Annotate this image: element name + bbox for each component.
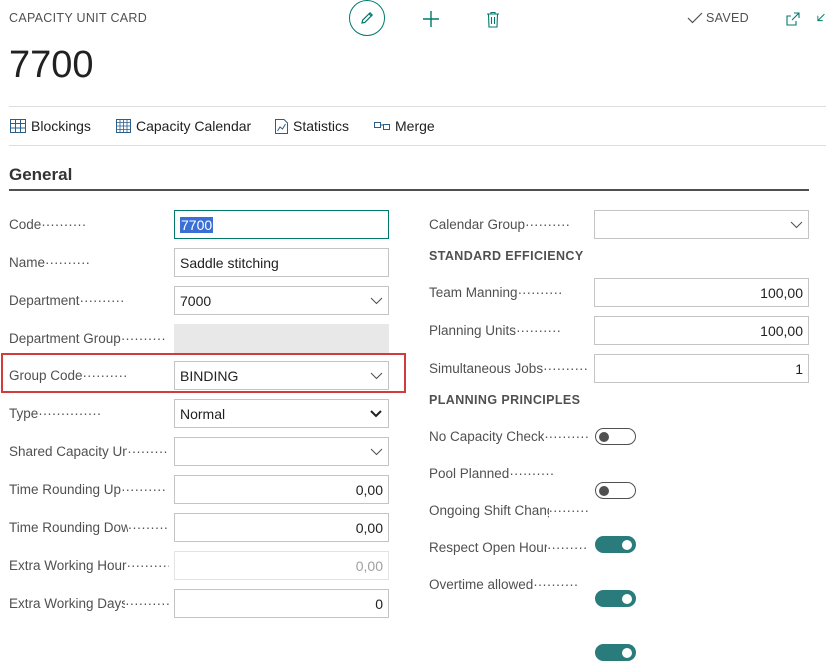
statistics-chart-icon <box>275 118 288 134</box>
time-rounding-up-value: 0,00 <box>355 481 383 498</box>
respect-open-hours-label: Respect Open Hours ·········· <box>429 540 589 555</box>
group-code-label: Group Code ·········· <box>9 368 128 383</box>
overtime-allowed-toggle[interactable] <box>595 644 636 661</box>
toggle-knob <box>622 647 632 658</box>
simultaneous-jobs-value: 1 <box>795 360 803 377</box>
extra-working-hours-label: Extra Working Hours ·········· <box>9 558 169 573</box>
type-value: Normal <box>180 405 226 422</box>
chevron-down-icon[interactable] <box>369 445 383 459</box>
toggle-knob <box>599 485 609 496</box>
department-label: Department ·········· <box>9 293 125 308</box>
action-blockings[interactable]: Blockings <box>10 118 91 134</box>
extra-working-days-input[interactable]: 0 <box>174 589 389 618</box>
type-label: Type ·············· <box>9 406 102 421</box>
group-code-select[interactable]: BINDING <box>174 361 389 390</box>
overtime-allowed-label: Overtime allowed ·········· <box>429 577 579 592</box>
respect-open-hours-toggle[interactable] <box>595 590 636 607</box>
action-label: Statistics <box>293 118 350 134</box>
section-underline <box>9 189 809 191</box>
no-capacity-check-label: No Capacity Check ·········· <box>429 429 589 444</box>
chevron-down-icon[interactable] <box>369 294 383 308</box>
toggle-knob <box>622 593 632 604</box>
divider <box>9 145 826 146</box>
pool-planned-label: Pool Planned ·········· <box>429 466 555 481</box>
ongoing-shift-change-label: Ongoing Shift Change·········· <box>429 503 589 518</box>
department-group-input <box>174 324 389 353</box>
divider <box>9 106 826 107</box>
ongoing-shift-change-toggle[interactable] <box>595 536 636 553</box>
pencil-icon <box>361 11 374 24</box>
saved-status: SAVED <box>687 11 749 25</box>
section-title[interactable]: General <box>9 165 72 185</box>
simultaneous-jobs-input[interactable]: 1 <box>594 354 809 383</box>
open-in-new-window-icon <box>786 12 800 26</box>
chevron-down-icon[interactable] <box>369 369 383 383</box>
action-label: Capacity Calendar <box>136 118 252 134</box>
page-caption: CAPACITY UNIT CARD <box>9 11 148 25</box>
chevron-down-icon[interactable] <box>369 407 383 421</box>
saved-label: SAVED <box>706 11 749 25</box>
department-value: 7000 <box>180 292 212 309</box>
calendar-group-label: Calendar Group ·········· <box>429 217 571 232</box>
toggle-knob <box>622 539 632 550</box>
delete-button[interactable] <box>484 9 502 29</box>
planning-units-label: Planning Units ·········· <box>429 323 562 338</box>
plus-icon <box>423 11 439 27</box>
blockings-grid-icon <box>10 119 26 133</box>
extra-working-hours-input: 0,00 <box>174 551 389 580</box>
planning-principles-heading: PLANNING PRINCIPLES <box>429 393 581 407</box>
team-manning-value: 100,00 <box>760 284 803 301</box>
action-label: Blockings <box>31 118 91 134</box>
no-capacity-check-toggle[interactable] <box>595 428 636 445</box>
group-code-value: BINDING <box>180 367 239 384</box>
trash-icon <box>487 11 499 28</box>
calendar-group-select[interactable] <box>594 210 809 239</box>
extra-working-hours-value: 0,00 <box>355 557 383 574</box>
name-input[interactable]: Saddle stitching <box>174 248 389 277</box>
type-select[interactable]: Normal <box>174 399 389 428</box>
chevron-down-icon[interactable] <box>789 218 803 232</box>
standard-efficiency-heading: STANDARD EFFICIENCY <box>429 249 584 263</box>
time-rounding-down-value: 0,00 <box>355 519 383 536</box>
code-input[interactable]: 7700 <box>174 210 389 239</box>
time-rounding-up-input[interactable]: 0,00 <box>174 475 389 504</box>
action-statistics[interactable]: Statistics <box>275 118 349 134</box>
planning-units-input[interactable]: 100,00 <box>594 316 809 345</box>
calendar-grid-icon <box>116 119 131 133</box>
checkmark-icon <box>687 12 703 24</box>
open-new-window-button[interactable] <box>784 10 802 28</box>
department-group-label: Department Group ·········· <box>9 331 166 346</box>
time-rounding-down-label: Time Rounding Down ·········· <box>9 520 169 535</box>
record-title: 7700 <box>9 44 94 86</box>
simultaneous-jobs-label: Simultaneous Jobs ·········· <box>429 361 589 376</box>
pool-planned-toggle[interactable] <box>595 482 636 499</box>
merge-icon <box>374 122 390 130</box>
new-button[interactable] <box>421 9 441 29</box>
extra-working-days-value: 0 <box>375 595 383 612</box>
time-rounding-up-label: Time Rounding Up ·········· <box>9 482 167 497</box>
department-select[interactable]: 7000 <box>174 286 389 315</box>
action-label: Merge <box>395 118 435 134</box>
action-merge[interactable]: Merge <box>374 118 435 134</box>
collapse-arrow-icon <box>817 13 825 22</box>
team-manning-label: Team Manning ·········· <box>429 285 563 300</box>
action-capacity-calendar[interactable]: Capacity Calendar <box>116 118 251 134</box>
shared-capacity-unit-label: Shared Capacity Unit ·········· <box>9 444 169 459</box>
code-label: Code ·········· <box>9 217 87 232</box>
planning-units-value: 100,00 <box>760 322 803 339</box>
shared-capacity-unit-select[interactable] <box>174 437 389 466</box>
collapse-button[interactable] <box>813 10 826 28</box>
team-manning-input[interactable]: 100,00 <box>594 278 809 307</box>
edit-button[interactable] <box>349 0 385 36</box>
name-value: Saddle stitching <box>180 254 279 271</box>
toggle-knob <box>599 431 609 442</box>
extra-working-days-label: Extra Working Days ·········· <box>9 596 169 611</box>
name-label: Name ·········· <box>9 255 90 270</box>
code-value: 7700 <box>180 216 214 233</box>
time-rounding-down-input[interactable]: 0,00 <box>174 513 389 542</box>
